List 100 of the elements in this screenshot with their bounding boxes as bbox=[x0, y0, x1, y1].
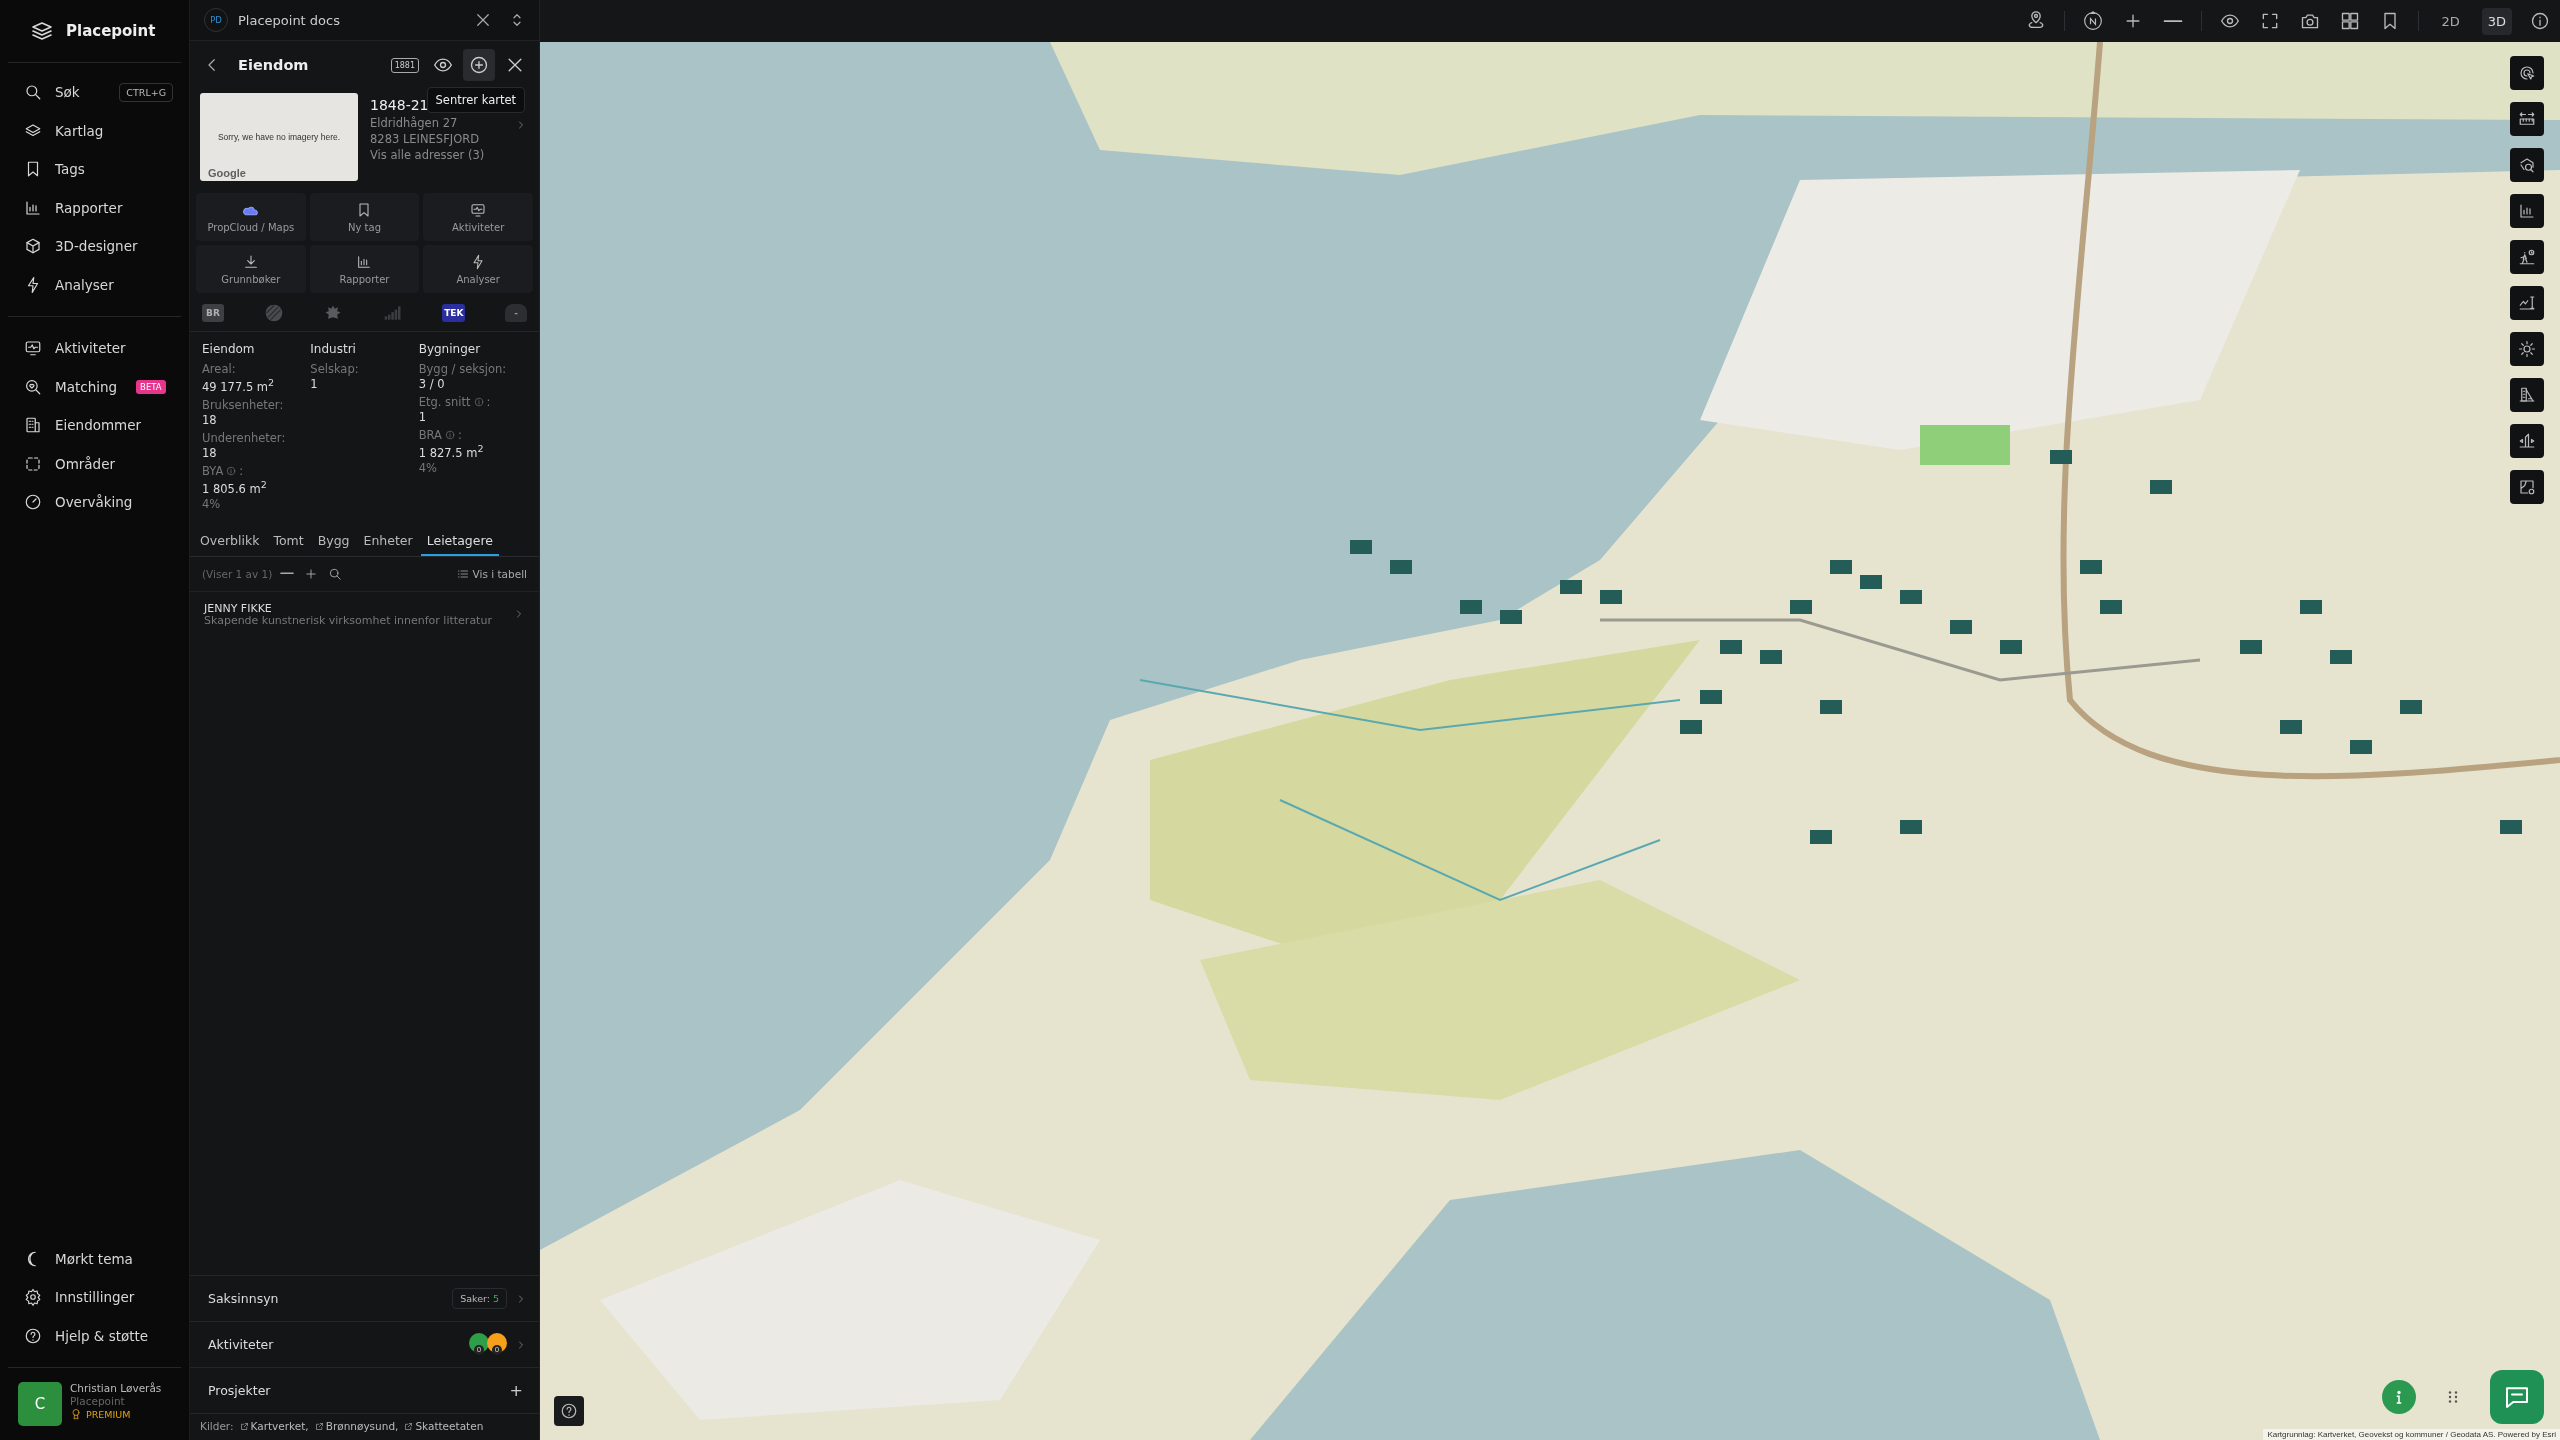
help-icon bbox=[24, 1326, 42, 1345]
height-icon bbox=[2518, 294, 2536, 312]
tenant-row[interactable]: JENNY FIKKE Skapende kunstnerisk virksomhet innenfor litteratur bbox=[190, 591, 539, 637]
map-tool-button[interactable] bbox=[2510, 378, 2544, 412]
nav-label: Matching bbox=[55, 378, 118, 395]
view-mode-toggle[interactable]: 2D bbox=[2435, 7, 2466, 35]
award-icon bbox=[70, 1408, 82, 1420]
tab[interactable]: Enheter bbox=[357, 526, 419, 556]
addresses-link[interactable]: Vis alle adresser (3) bbox=[370, 148, 485, 162]
map-tool-button[interactable] bbox=[2510, 240, 2544, 274]
house-badge[interactable]: - bbox=[505, 304, 527, 322]
image-brand: Google bbox=[208, 167, 246, 179]
table-view-button[interactable]: Vis i tabell bbox=[456, 567, 527, 580]
user-avatar[interactable]: C bbox=[18, 1382, 62, 1426]
section-row[interactable]: Saksinnsyn Saker: 5 bbox=[190, 1275, 539, 1321]
compass-icon bbox=[2083, 11, 2104, 31]
user-name: Christian Løverås bbox=[70, 1382, 162, 1394]
action-button[interactable]: Aktiviteter bbox=[423, 193, 533, 241]
action-button[interactable]: Grunnbøker bbox=[196, 245, 306, 293]
map-tool-button[interactable] bbox=[2510, 194, 2544, 228]
nav-item[interactable]: Analyser bbox=[0, 265, 189, 304]
nav-item[interactable]: Kartlag bbox=[0, 111, 189, 150]
building-width-icon bbox=[2518, 432, 2536, 450]
info-icon bbox=[226, 465, 237, 476]
search-icon bbox=[24, 83, 42, 102]
action-button[interactable]: Rapporter bbox=[309, 245, 420, 293]
field-label: Etg. snitt bbox=[418, 395, 471, 409]
nav-item[interactable]: Tags bbox=[0, 150, 189, 189]
nav-label: Kartlag bbox=[55, 122, 104, 139]
external-link-icon bbox=[239, 1421, 249, 1431]
section-title: Prosjekter bbox=[208, 1383, 271, 1398]
tek-badge[interactable]: TEK bbox=[442, 304, 466, 322]
nav-item[interactable]: Eiendommer bbox=[0, 406, 189, 445]
chat-button[interactable] bbox=[2490, 1370, 2544, 1424]
magnifier-heart-icon bbox=[24, 377, 42, 396]
map-tool-button[interactable] bbox=[2510, 424, 2544, 458]
app-name: Placepoint bbox=[66, 22, 156, 40]
nav-item[interactable]: 3D-designer bbox=[0, 227, 189, 266]
tab[interactable]: Tomt bbox=[267, 526, 310, 556]
bar-chart-icon bbox=[2518, 202, 2536, 220]
map-tool-button[interactable] bbox=[2510, 286, 2544, 320]
nav-item[interactable]: Mørkt tema bbox=[0, 1239, 189, 1278]
action-button[interactable]: Ny tag bbox=[309, 193, 420, 241]
external-link-icon bbox=[314, 1421, 324, 1431]
tooltip: Sentrer kartet bbox=[426, 87, 525, 113]
property-id: 1848-21 bbox=[370, 97, 429, 113]
nav-item[interactable]: Rapporter bbox=[0, 188, 189, 227]
map-tool-button[interactable] bbox=[2510, 470, 2544, 504]
workspace-title[interactable]: Placepoint docs bbox=[238, 12, 340, 28]
source-link[interactable]: Kartverket, bbox=[239, 1420, 309, 1432]
monitor-pulse-icon bbox=[470, 201, 487, 218]
center-map-button[interactable] bbox=[463, 49, 495, 81]
search-area-icon bbox=[2518, 156, 2536, 174]
nav-label: Tags bbox=[55, 161, 85, 178]
help-button[interactable] bbox=[554, 1396, 584, 1426]
section-row[interactable]: Prosjekter + bbox=[190, 1367, 539, 1413]
tenant-name: JENNY FIKKE bbox=[204, 601, 273, 615]
directory-button[interactable]: 1881 bbox=[390, 57, 419, 73]
action-button[interactable]: Analyser bbox=[423, 245, 533, 293]
add-project-button[interactable]: + bbox=[505, 1381, 527, 1400]
walking-clock-icon bbox=[2518, 248, 2536, 266]
nav-label: Områder bbox=[55, 455, 116, 472]
nav-item[interactable]: Overvåking bbox=[0, 483, 189, 522]
address-line: 8283 LEINESFJORD bbox=[370, 132, 481, 146]
minus-icon bbox=[2163, 19, 2184, 23]
field-value: 1 bbox=[418, 410, 427, 424]
map-tool-button[interactable] bbox=[2510, 56, 2544, 90]
map-tool-button[interactable] bbox=[2510, 332, 2544, 366]
action-button[interactable]: PropCloud / Maps bbox=[196, 193, 306, 241]
map-tool-button[interactable] bbox=[2510, 148, 2544, 182]
nav-item[interactable]: Aktiviteter bbox=[0, 329, 189, 368]
field-label: Bruksenheter: bbox=[202, 397, 284, 412]
search-nav-item[interactable]: Søk CTRL+G bbox=[0, 73, 189, 112]
bar-chart-icon bbox=[356, 253, 373, 270]
close-icon bbox=[474, 11, 492, 29]
nav-item[interactable]: Innstillinger bbox=[0, 1278, 189, 1317]
source-link[interactable]: Skatteetaten bbox=[404, 1420, 484, 1432]
nav-label: Rapporter bbox=[55, 199, 123, 216]
map-attribution: Kartgrunnlag: Kartverket, Geovekst og kommuner / Geodata AS. Powered by Esri bbox=[2263, 1429, 2560, 1440]
info-icon bbox=[2530, 11, 2550, 31]
field-label: Selskap: bbox=[310, 362, 359, 376]
tab[interactable]: Bygg bbox=[311, 526, 356, 556]
field-note: 4% bbox=[202, 496, 222, 511]
nav-item[interactable]: Hjelp & støtte bbox=[0, 1316, 189, 1355]
registry-badge[interactable]: BR bbox=[202, 304, 224, 322]
nav-item[interactable]: Områder bbox=[0, 444, 189, 483]
sun-icon bbox=[2518, 340, 2536, 358]
help-icon bbox=[560, 1402, 578, 1420]
nav-item[interactable]: Matching BETA bbox=[0, 367, 189, 406]
source-link[interactable]: Brønnøysund, bbox=[314, 1420, 399, 1432]
nav-label: Hjelp & støtte bbox=[55, 1327, 149, 1344]
tab[interactable]: Overblikk bbox=[194, 526, 266, 556]
view-mode-toggle[interactable]: 3D bbox=[2481, 7, 2512, 35]
building-icon bbox=[24, 416, 42, 435]
field-note: 4% bbox=[418, 460, 438, 475]
stats-heading: Industri bbox=[310, 342, 357, 356]
list-icon bbox=[456, 567, 469, 580]
tab[interactable]: Leietagere bbox=[420, 526, 500, 556]
field-colon: : bbox=[457, 428, 462, 442]
map-tool-button[interactable] bbox=[2510, 102, 2544, 136]
